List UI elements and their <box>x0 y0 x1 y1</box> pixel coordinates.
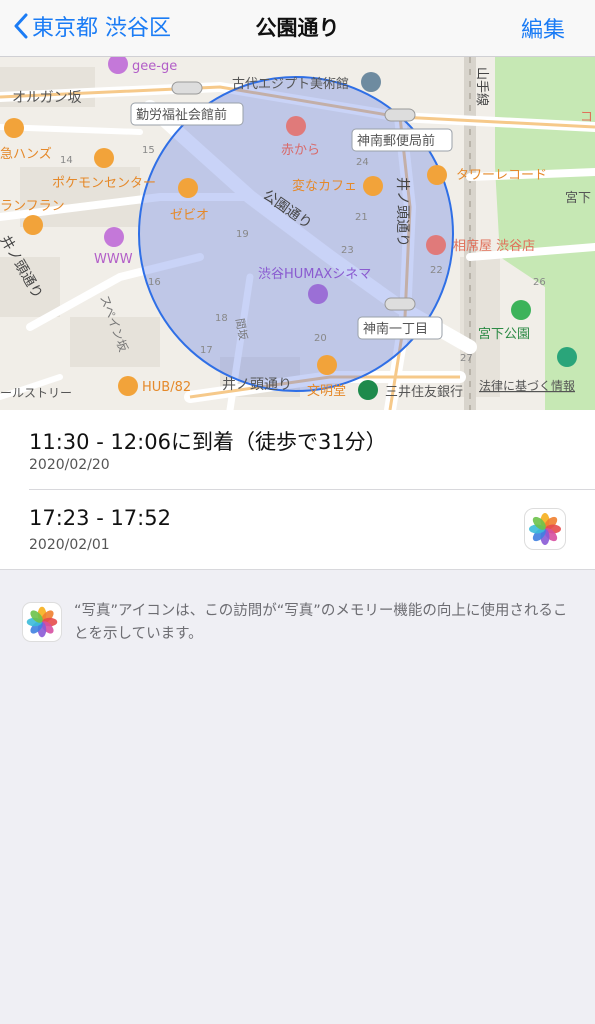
visit-time: 11:30 - 12:06に到着（徒歩で31分） <box>29 430 387 454</box>
map-label: オルガン坂 <box>12 90 82 106</box>
svg-text:19: 19 <box>236 229 249 240</box>
svg-text:21: 21 <box>355 212 368 223</box>
map-label: HUB/82 <box>142 380 191 395</box>
map-label: 井ノ頭通り <box>394 177 410 247</box>
svg-text:20: 20 <box>314 333 327 344</box>
map-label: 文明堂 <box>307 384 346 399</box>
map-label: ポケモンセンター <box>52 176 156 191</box>
map-label: 変なカフェ <box>292 178 357 194</box>
map-label: gee-ge <box>132 59 177 74</box>
map-label: 急ハンズ <box>0 146 52 162</box>
shop-pin-icon <box>4 118 24 138</box>
bar-pin-icon <box>426 235 446 255</box>
svg-text:16: 16 <box>148 277 161 288</box>
visit-time: 17:23 - 17:52 <box>29 506 171 530</box>
zebio-pin-icon <box>178 178 198 198</box>
visit-list: 11:30 - 12:06に到着（徒歩で31分） 2020/02/20 17:2… <box>0 410 595 570</box>
bunmeido-pin-icon <box>317 355 337 375</box>
map-label: 相席屋 渋谷店 <box>453 238 535 254</box>
traffic-signal-icon <box>171 81 203 95</box>
map-label: 神南一丁目 <box>363 321 428 337</box>
map-label: WWW <box>94 252 133 267</box>
cinema-pin-icon <box>308 284 328 304</box>
map-label: 三井住友銀行 <box>385 384 463 400</box>
traffic-signal-icon <box>384 297 416 311</box>
bank-pin-icon <box>358 380 378 400</box>
franfran-pin-icon <box>23 215 43 235</box>
svg-text:14: 14 <box>60 155 73 166</box>
map-label: タワーレコード <box>456 168 547 183</box>
list-item[interactable]: 17:23 - 17:52 2020/02/01 <box>29 489 595 569</box>
svg-text:24: 24 <box>356 157 369 168</box>
restaurant-pin-icon <box>286 116 306 136</box>
tower-pin-icon <box>427 165 447 185</box>
museum-pin-icon <box>361 72 381 92</box>
map-label: 井ノ頭通り <box>222 377 292 393</box>
photos-icon <box>524 508 566 554</box>
traffic-signal-icon <box>384 108 416 122</box>
map-label: ランフラン <box>0 199 65 214</box>
www-pin-icon <box>104 227 124 247</box>
svg-text:23: 23 <box>341 245 354 256</box>
svg-text:15: 15 <box>142 145 155 156</box>
navigation-bar: 東京都 渋谷区 公園通り 編集 <box>0 0 595 57</box>
edit-button[interactable]: 編集 <box>521 12 565 44</box>
map-label: 山手線 <box>474 67 490 106</box>
map-label: 渋谷HUMAXシネマ <box>258 267 371 282</box>
svg-text:27: 27 <box>460 353 473 364</box>
pokemon-pin-icon <box>94 148 114 168</box>
hub-pin-icon <box>118 376 138 396</box>
footnote-text: “写真”アイコンは、この訪問が“写真”のメモリー機能の向上に使用されることを示し… <box>74 603 568 642</box>
page-title: 公園通り <box>255 16 340 40</box>
map-label: 赤から <box>281 143 320 158</box>
station-pin-icon <box>557 347 577 367</box>
map-label: ールストリー <box>0 386 72 400</box>
map-label: 宮下公園 <box>478 326 530 342</box>
svg-text:22: 22 <box>430 265 443 276</box>
map-label: 勤労福祉会館前 <box>136 107 227 123</box>
visit-date: 2020/02/20 <box>29 457 110 473</box>
photos-icon <box>22 602 62 646</box>
svg-text:18: 18 <box>215 313 228 324</box>
list-item[interactable]: 11:30 - 12:06に到着（徒歩で31分） 2020/02/20 <box>0 410 595 489</box>
map-label: ゼビオ <box>170 208 209 223</box>
map-view[interactable]: gee-ge 古代エジプト美術館 オルガン坂 勤労福祉会館前 赤から 神南郵便局… <box>0 57 595 410</box>
park-pin-icon <box>511 300 531 320</box>
cafe-pin-icon <box>363 176 383 196</box>
visit-date: 2020/02/01 <box>29 537 110 553</box>
map-label: 神南郵便局前 <box>357 133 435 149</box>
map-label: 宮下 <box>565 190 591 206</box>
map-label: 法律に基づく情報 <box>479 379 575 393</box>
svg-text:26: 26 <box>533 277 546 288</box>
map-label: 古代エジプト美術館 <box>232 77 349 92</box>
svg-text:17: 17 <box>200 345 213 356</box>
map-label: コ <box>580 110 593 125</box>
